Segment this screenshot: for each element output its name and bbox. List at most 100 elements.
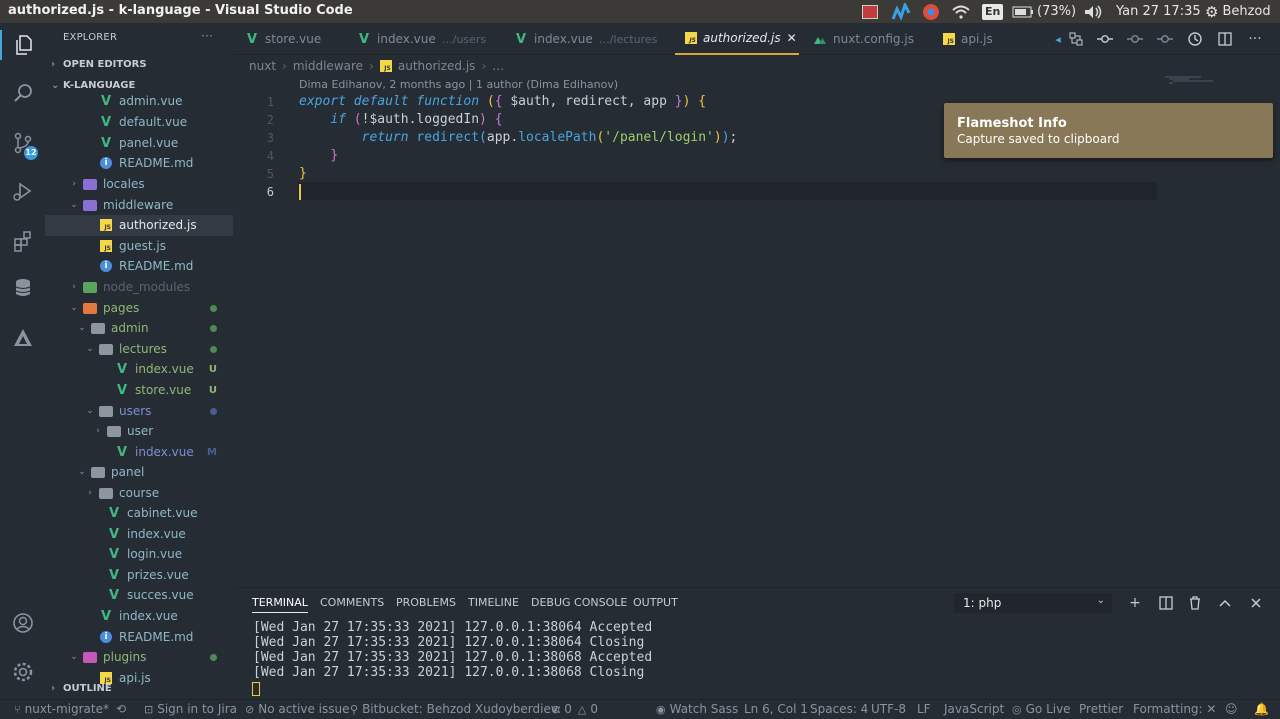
- tab-nuxt-config[interactable]: nuxt.config.js: [813, 23, 914, 55]
- tab-comments[interactable]: COMMENTS: [320, 596, 384, 609]
- more-actions-icon[interactable]: ···: [1246, 30, 1264, 48]
- new-terminal-icon[interactable]: +: [1125, 593, 1145, 613]
- tree-item[interactable]: Vstore.vue U: [45, 380, 233, 401]
- tab-terminal[interactable]: TERMINAL: [252, 596, 308, 613]
- breadcrumb-item[interactable]: nuxt: [249, 59, 276, 73]
- tab-timeline[interactable]: TIMELINE: [468, 596, 519, 609]
- git-blame-annotation[interactable]: Dima Edihanov, 2 months ago | 1 author (…: [299, 78, 618, 91]
- tree-item[interactable]: › course: [45, 483, 233, 504]
- problems-counter[interactable]: ⊗ 0 △ 0: [551, 702, 598, 716]
- git-commit-prev-icon[interactable]: [1126, 30, 1144, 48]
- database-icon[interactable]: [0, 273, 45, 303]
- code-line-5[interactable]: }: [299, 166, 307, 181]
- tree-item[interactable]: Vsucces.vue: [45, 585, 233, 606]
- split-terminal-icon[interactable]: [1156, 593, 1176, 613]
- language-mode[interactable]: JavaScript: [944, 702, 1004, 716]
- tab-debug-console[interactable]: DEBUG CONSOLE: [531, 596, 627, 609]
- tree-item[interactable]: ⌄ middleware: [45, 195, 233, 216]
- explorer-icon[interactable]: [0, 30, 45, 60]
- cursor-position[interactable]: Ln 6, Col 1: [744, 702, 808, 716]
- tree-item[interactable]: Vadmin.vue: [45, 91, 233, 112]
- flameshot-notification[interactable]: Flameshot Info Capture saved to clipboar…: [944, 103, 1273, 158]
- toggle-blame-icon[interactable]: [1186, 30, 1204, 48]
- indentation[interactable]: Spaces: 4: [810, 702, 868, 716]
- prettier[interactable]: Prettier: [1079, 702, 1123, 716]
- breadcrumb-item[interactable]: middleware: [293, 59, 363, 73]
- more-actions-icon[interactable]: ···: [201, 29, 213, 43]
- compare-changes-icon[interactable]: [1067, 30, 1085, 48]
- azure-icon[interactable]: [0, 323, 45, 353]
- keyboard-layout-indicator[interactable]: En: [982, 0, 1004, 23]
- pulse-icon[interactable]: [891, 0, 911, 23]
- code-line-1[interactable]: export default function ({ $auth, redire…: [299, 94, 706, 109]
- code-line-2[interactable]: if (!$auth.loggedIn) {: [299, 112, 502, 127]
- tree-item[interactable]: i README.md: [45, 153, 233, 174]
- tree-item[interactable]: ⌄ pages: [45, 298, 233, 319]
- close-panel-icon[interactable]: [1246, 593, 1266, 613]
- wifi-icon[interactable]: [952, 0, 970, 23]
- trash-icon[interactable]: [1185, 593, 1205, 613]
- tree-item[interactable]: › node_modules: [45, 277, 233, 298]
- git-branch[interactable]: ⑂ nuxt-migrate*: [14, 702, 109, 716]
- tree-item[interactable]: › user: [45, 421, 233, 442]
- tree-item[interactable]: ⌄ plugins: [45, 647, 233, 668]
- tree-item[interactable]: Vpanel.vue: [45, 133, 233, 154]
- source-control-icon[interactable]: 12: [0, 128, 45, 160]
- tree-item[interactable]: Vlogin.vue: [45, 544, 233, 565]
- tab-api-js[interactable]: JS api.js: [943, 23, 993, 55]
- end-of-line[interactable]: LF: [917, 702, 931, 716]
- split-editor-icon[interactable]: [1216, 30, 1234, 48]
- settings-gear-icon[interactable]: [0, 657, 45, 687]
- maximize-panel-icon[interactable]: [1215, 593, 1235, 613]
- formatting-status[interactable]: Formatting: ✕: [1133, 702, 1216, 716]
- sync-icon[interactable]: ⟲: [116, 702, 126, 716]
- tree-item[interactable]: i README.md: [45, 627, 233, 648]
- tree-item[interactable]: Vindex.vue U: [45, 359, 233, 380]
- tray-box-icon[interactable]: [862, 0, 878, 23]
- encoding[interactable]: UTF-8: [871, 702, 906, 716]
- tab-authorized-js[interactable]: JS authorized.js ✕: [675, 23, 799, 55]
- accounts-icon[interactable]: [0, 608, 45, 638]
- tree-item[interactable]: i README.md: [45, 256, 233, 277]
- tree-item[interactable]: JS authorized.js: [45, 215, 233, 236]
- tab-output[interactable]: OUTPUT: [633, 596, 678, 609]
- breadcrumb-item[interactable]: authorized.js: [398, 59, 476, 73]
- tree-item[interactable]: Vcabinet.vue: [45, 503, 233, 524]
- go-live[interactable]: ◎ Go Live: [1012, 702, 1071, 716]
- tree-item[interactable]: ⌄ admin: [45, 318, 233, 339]
- tab-store-vue[interactable]: V store.vue: [245, 23, 321, 55]
- tree-item[interactable]: Vindex.vue: [45, 524, 233, 545]
- bitbucket-user[interactable]: ⚲ Bitbucket: Behzod Xudoyberdiev:: [350, 702, 561, 716]
- tree-item[interactable]: ⌄ lectures: [45, 339, 233, 360]
- tree-item[interactable]: Vdefault.vue: [45, 112, 233, 133]
- tree-item[interactable]: JS guest.js: [45, 236, 233, 257]
- git-commit-icon[interactable]: [1096, 30, 1114, 48]
- watch-sass[interactable]: ◉ Watch Sass: [656, 702, 738, 716]
- search-icon[interactable]: [0, 78, 45, 108]
- notifications-bell-icon[interactable]: 🔔: [1254, 702, 1269, 716]
- tab-index-vue-users[interactable]: V index.vue …/users: [357, 23, 486, 55]
- feedback-icon[interactable]: ☺: [1225, 702, 1238, 716]
- code-line-3[interactable]: return redirect(app.localePath('/panel/l…: [299, 130, 738, 145]
- code-line-4[interactable]: }: [299, 148, 338, 163]
- close-tab-icon[interactable]: ✕: [787, 31, 797, 45]
- volume-icon[interactable]: [1084, 0, 1104, 23]
- tree-item[interactable]: Vindex.vue M: [45, 442, 233, 463]
- git-commit-next-icon[interactable]: [1156, 30, 1174, 48]
- breadcrumb-item[interactable]: …: [492, 59, 504, 73]
- tab-problems[interactable]: PROBLEMS: [396, 596, 456, 609]
- chevron-left-icon[interactable]: ◂: [1049, 30, 1067, 48]
- jira-signin[interactable]: ⊡ Sign in to Jira: [144, 702, 237, 716]
- tab-index-vue-lectures[interactable]: V index.vue …/lectures: [514, 23, 657, 55]
- clock[interactable]: Yan 27 17:35: [1116, 0, 1201, 23]
- run-debug-icon[interactable]: [0, 176, 45, 206]
- terminal-select[interactable]: 1: php ⌄: [954, 593, 1112, 613]
- minimap[interactable]: [1165, 75, 1215, 85]
- tree-item[interactable]: ⌄ panel: [45, 462, 233, 483]
- jira-issue[interactable]: ⊘ No active issue: [245, 702, 349, 716]
- tree-item[interactable]: Vindex.vue: [45, 606, 233, 627]
- user-menu[interactable]: ⚙ Behzod: [1205, 0, 1271, 23]
- tree-item[interactable]: › locales: [45, 174, 233, 195]
- tree-item[interactable]: Vprizes.vue: [45, 565, 233, 586]
- tree-item[interactable]: ⌄ users: [45, 401, 233, 422]
